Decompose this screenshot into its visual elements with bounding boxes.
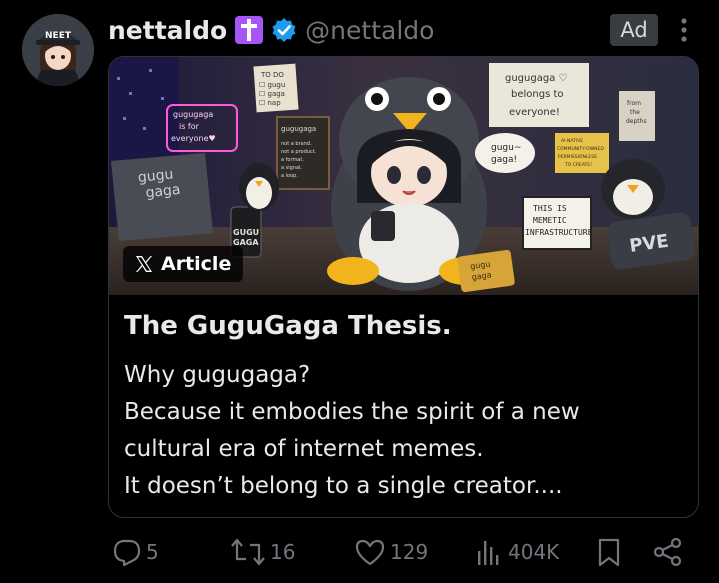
yellow-note-line: TO CREATE! <box>564 162 592 168</box>
avatar-illustration: NEET <box>22 14 94 86</box>
reply-button[interactable]: 5 <box>112 532 159 572</box>
heart-icon <box>355 539 385 566</box>
avatar[interactable]: NEET <box>22 14 94 86</box>
view-count: 404K <box>508 540 560 564</box>
action-bar: 5 16 129 404K <box>0 532 719 572</box>
lightbox-line: MEMETIC <box>533 216 567 225</box>
can-label: GUGU <box>233 228 259 237</box>
speech-bubble-line: gugu~ <box>491 143 521 153</box>
todo-line: ☐ gugu <box>259 81 285 89</box>
svg-text:GUGU GAGA: GUGU GAGA <box>233 228 262 247</box>
like-button[interactable]: 129 <box>354 532 428 572</box>
todo-line: TO DO <box>260 71 284 79</box>
article-excerpt: Why gugugaga? Because it embodies the sp… <box>124 357 684 505</box>
article-chip-label: Article <box>161 253 232 275</box>
post: NEET nettaldo @nettaldo Ad gugugaga is f… <box>0 0 719 583</box>
yellow-note-line: COMMUNITY-OWNED <box>557 146 604 152</box>
repost-button[interactable]: 16 <box>230 532 295 572</box>
views-chart-icon <box>478 541 499 565</box>
small-note-line: from <box>627 100 641 107</box>
repost-icon <box>231 538 265 566</box>
post-header: nettaldo @nettaldo <box>108 12 434 48</box>
sticky-note-line: belongs to <box>511 89 564 100</box>
yellow-note-line: AI-NATIVE <box>561 138 583 144</box>
bookmark-icon <box>598 538 620 567</box>
board-line: a format. <box>281 157 304 163</box>
ad-badge: Ad <box>610 14 658 46</box>
views-button[interactable]: 404K <box>474 532 559 572</box>
todo-line: ☐ gaga <box>259 90 285 98</box>
like-count: 129 <box>390 540 429 564</box>
reply-count: 5 <box>146 540 159 564</box>
small-note-line: depths <box>626 118 647 125</box>
neon-line: gugugaga <box>173 110 213 119</box>
article-excerpt-line: cultural era of internet memes. <box>124 436 484 462</box>
latin-cross-icon <box>235 16 264 44</box>
sticky-note-line: everyone! <box>509 107 560 118</box>
x-logo-icon <box>136 256 152 272</box>
handle[interactable]: @nettaldo <box>305 16 434 45</box>
board-heading: gugugaga <box>281 125 316 133</box>
neon-line: everyone♥ <box>171 134 216 143</box>
repost-count: 16 <box>270 540 296 564</box>
display-name[interactable]: nettaldo <box>108 16 227 45</box>
reply-icon <box>113 539 141 567</box>
share-button[interactable] <box>652 532 684 572</box>
article-card[interactable]: gugugaga is for everyone♥ TO DO ☐ gugu ☐… <box>108 56 699 518</box>
article-excerpt-line: Because it embodies the spirit of a new <box>124 399 580 425</box>
article-title[interactable]: The GuguGaga Thesis. <box>124 311 452 341</box>
more-dots-icon[interactable] <box>677 16 691 44</box>
todo-line: ☐ nap <box>259 99 281 107</box>
speech-bubble-line: gaga! <box>491 155 517 165</box>
yellow-note-line: PERMISSIONLESS <box>558 154 597 160</box>
board-line: not a brand. <box>281 141 312 147</box>
article-excerpt-line: It doesn’t belong to a single creator...… <box>124 473 563 499</box>
small-note-line: the <box>630 109 640 116</box>
lightbox-line: THIS IS <box>533 204 567 213</box>
verified-badge-icon <box>271 17 297 43</box>
board-line: a loop. <box>281 173 298 179</box>
board-line: not a product. <box>281 149 317 155</box>
article-chip: Article <box>123 246 244 282</box>
lightbox-line: INFRASTRUCTURE <box>525 228 593 237</box>
article-excerpt-line: Why gugugaga? <box>124 362 311 388</box>
neon-line: is for <box>179 122 200 131</box>
bookmark-button[interactable] <box>596 532 622 572</box>
share-icon <box>653 537 682 567</box>
avatar-cap-text: NEET <box>45 31 72 41</box>
sticky-note-line: gugugaga ♡ <box>505 73 568 84</box>
board-line: a signal. <box>281 165 302 171</box>
